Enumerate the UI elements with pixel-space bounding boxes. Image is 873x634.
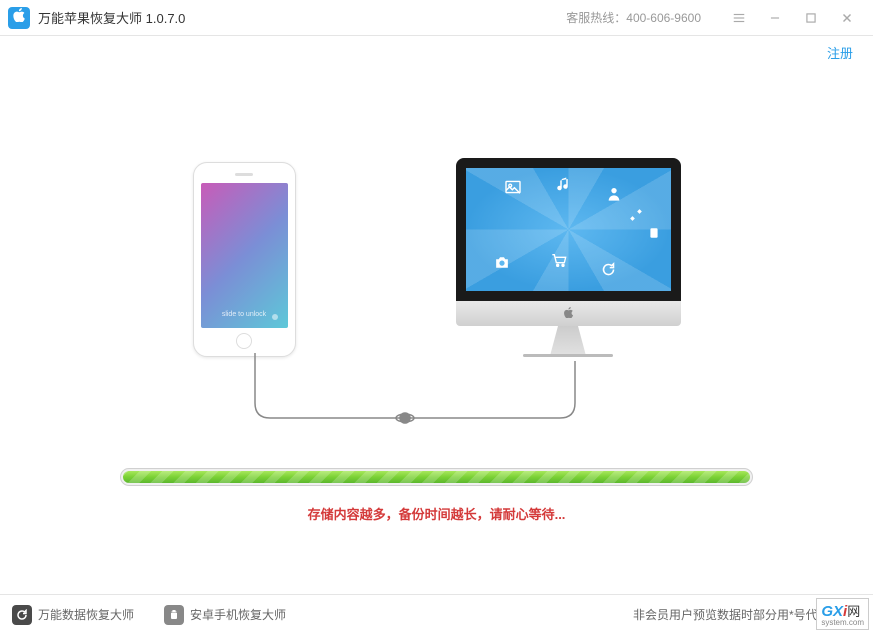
contact-icon bbox=[607, 186, 621, 206]
camera-icon bbox=[494, 256, 510, 273]
hotline-text: 客服热线：400-606-9600 bbox=[566, 9, 701, 26]
cart-icon bbox=[551, 253, 567, 271]
device-stage: slide to unlock bbox=[0, 158, 873, 357]
footer-app-label: 安卓手机恢复大师 bbox=[190, 606, 286, 623]
menu-button[interactable] bbox=[721, 0, 757, 36]
misc-icon bbox=[649, 226, 659, 243]
slide-to-unlock-text: slide to unlock bbox=[222, 311, 266, 318]
footer-app-android-recovery[interactable]: 安卓手机恢复大师 bbox=[164, 605, 286, 625]
refresh-icon bbox=[601, 262, 616, 281]
titlebar: 万能苹果恢复大师 1.0.7.0 客服热线：400-606-9600 bbox=[0, 0, 873, 36]
close-button[interactable] bbox=[829, 0, 865, 36]
tools-icon bbox=[629, 208, 643, 226]
app-logo-icon bbox=[8, 7, 30, 29]
register-link[interactable]: 注册 bbox=[827, 43, 853, 62]
iphone-illustration: slide to unlock bbox=[193, 162, 296, 357]
data-recovery-icon bbox=[12, 605, 32, 625]
imac-illustration bbox=[456, 158, 681, 357]
app-title: 万能苹果恢复大师 1.0.7.0 bbox=[38, 8, 185, 27]
footer: 万能数据恢复大师 安卓手机恢复大师 非会员用户预览数据时部分用*号代替 注册 bbox=[0, 594, 873, 634]
progress-bar bbox=[120, 468, 753, 486]
main-area: slide to unlock bbox=[0, 68, 873, 558]
apple-logo-icon bbox=[563, 307, 574, 321]
footer-app-label: 万能数据恢复大师 bbox=[38, 606, 134, 623]
apple-icon bbox=[12, 8, 26, 27]
music-icon bbox=[556, 176, 572, 198]
connection-cable bbox=[245, 353, 585, 433]
footer-app-data-recovery[interactable]: 万能数据恢复大师 bbox=[12, 605, 134, 625]
progress-section: 存储内容越多，备份时间越长，请耐心等待... bbox=[120, 468, 753, 523]
progress-fill bbox=[123, 471, 750, 483]
watermark: GXi网 system.com bbox=[816, 598, 869, 630]
image-icon bbox=[504, 180, 522, 198]
progress-message: 存储内容越多，备份时间越长，请耐心等待... bbox=[120, 504, 753, 523]
android-icon bbox=[164, 605, 184, 625]
subbar: 注册 bbox=[0, 36, 873, 68]
minimize-button[interactable] bbox=[757, 0, 793, 36]
home-button-icon bbox=[236, 333, 252, 349]
maximize-button[interactable] bbox=[793, 0, 829, 36]
